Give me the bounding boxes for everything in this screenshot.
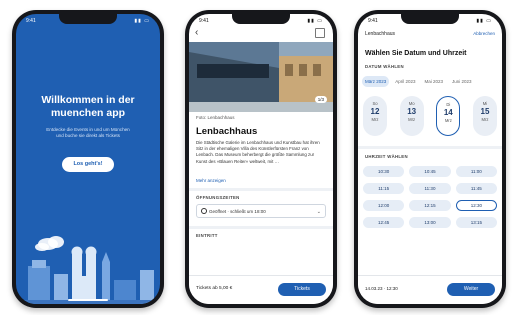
picker-title: Wählen Sie Datum und Uhrzeit bbox=[365, 50, 467, 57]
ticket-bar: Tickets ab 5,00 € Tickets bbox=[189, 275, 333, 304]
day-month: Mrz bbox=[371, 117, 379, 122]
cancel-button[interactable]: Abbrechen bbox=[473, 31, 495, 36]
welcome-text: Entdecke die Events in und um München un… bbox=[46, 127, 130, 138]
tab-month[interactable]: Mai 2023 bbox=[422, 76, 447, 87]
day-number: 12 bbox=[370, 107, 380, 116]
notch bbox=[401, 14, 459, 24]
day-weekday: So bbox=[372, 101, 378, 106]
status-time: 9:41 bbox=[26, 17, 36, 24]
time-slot[interactable]: 11:45 bbox=[455, 183, 497, 194]
phone-detail: 9:41 ▮▮ ▭ ‹ 1/3 Foto: Lenbachhaus Lenbac… bbox=[185, 10, 337, 308]
time-slot[interactable]: 12:15 bbox=[409, 200, 451, 211]
venue-title: Lenbachhaus bbox=[196, 126, 258, 137]
signal-battery-icon: ▮▮ ▭ bbox=[307, 17, 323, 24]
chevron-down-icon: ⌄ bbox=[316, 209, 321, 215]
signal-battery-icon: ▮▮ ▭ bbox=[476, 17, 492, 24]
time-slot[interactable]: 10:45 bbox=[409, 166, 451, 177]
tab-month[interactable]: April 2023 bbox=[392, 76, 418, 87]
time-slot[interactable]: 13:15 bbox=[455, 217, 497, 228]
opening-hours-label: ÖFFNUNGSZEITEN bbox=[196, 195, 240, 200]
booking-screen: 9:41 ▮▮ ▭ Lenbachhaus Abbrechen Wählen S… bbox=[358, 14, 502, 304]
day-weekday: Mi bbox=[482, 101, 488, 106]
day-month: Mrz bbox=[444, 118, 452, 123]
status-time: 9:41 bbox=[368, 17, 378, 24]
bookmark-icon[interactable] bbox=[315, 28, 325, 38]
month-tabs: März 2023 April 2023 Mai 2023 Juni 2023 bbox=[362, 76, 502, 88]
start-button[interactable]: Los geht's! bbox=[62, 157, 114, 172]
time-slot[interactable]: 12:00 bbox=[363, 200, 405, 211]
time-slot[interactable]: 11:15 bbox=[363, 183, 405, 194]
time-slot-selected[interactable]: 12:30 bbox=[455, 200, 497, 211]
day-chip[interactable]: So 12 Mrz bbox=[363, 96, 387, 136]
entry-label: EINTRITT bbox=[196, 233, 218, 238]
detail-screen: 9:41 ▮▮ ▭ ‹ 1/3 Foto: Lenbachhaus Lenbac… bbox=[189, 14, 333, 304]
selection-summary: 14.03.23 · 12:30 bbox=[365, 286, 398, 291]
time-slot-grid: 10:30 10:45 11:00 11:15 11:30 11:45 12:0… bbox=[363, 166, 497, 228]
day-number: 14 bbox=[443, 108, 453, 117]
time-label: UHRZEIT WÄHLEN bbox=[365, 154, 408, 159]
time-slot[interactable]: 10:30 bbox=[363, 166, 405, 177]
munich-skyline-illustration bbox=[16, 236, 160, 304]
tab-month[interactable]: März 2023 bbox=[362, 76, 390, 87]
day-chip[interactable]: Mi 15 Mrz bbox=[472, 96, 497, 136]
day-weekday: Di bbox=[446, 102, 451, 107]
museum-photo bbox=[189, 42, 333, 112]
status-time: 9:41 bbox=[199, 17, 209, 24]
day-selector: So 12 Mrz Mo 13 Mrz Di 14 Mrz Mi 15 Mrz bbox=[363, 96, 497, 140]
notch bbox=[232, 14, 290, 24]
time-slot[interactable]: 11:00 bbox=[455, 166, 497, 177]
day-number: 15 bbox=[480, 107, 490, 116]
phone-booking: 9:41 ▮▮ ▭ Lenbachhaus Abbrechen Wählen S… bbox=[354, 10, 506, 308]
tab-month[interactable]: Juni 2023 bbox=[449, 76, 475, 87]
welcome-title: Willkommen in der muenchen app bbox=[41, 94, 135, 119]
time-slot[interactable]: 13:00 bbox=[409, 217, 451, 228]
signal-battery-icon: ▮▮ ▭ bbox=[134, 17, 150, 24]
day-number: 13 bbox=[407, 107, 417, 116]
home-indicator bbox=[68, 299, 108, 301]
welcome-screen: 9:41 ▮▮ ▭ Willkommen in der muenchen app… bbox=[16, 14, 160, 304]
image-counter: 1/3 bbox=[314, 96, 327, 103]
next-button[interactable]: Weiter bbox=[447, 283, 495, 296]
divider bbox=[358, 146, 502, 149]
time-slot[interactable]: 11:30 bbox=[409, 183, 451, 194]
day-chip[interactable]: Mo 13 Mrz bbox=[399, 96, 424, 136]
show-more-link[interactable]: Mehr anzeigen bbox=[196, 178, 226, 183]
divider bbox=[189, 188, 333, 191]
header-title: Lenbachhaus bbox=[365, 31, 396, 37]
photo-caption: Foto: Lenbachhaus bbox=[196, 115, 235, 120]
opening-hours-value: Geöffnet · schließt um 18:00 bbox=[209, 209, 266, 214]
booking-bar: 14.03.23 · 12:30 Weiter bbox=[358, 275, 502, 304]
day-weekday: Mo bbox=[408, 101, 415, 106]
day-chip-selected[interactable]: Di 14 Mrz bbox=[436, 96, 461, 136]
notch bbox=[59, 14, 117, 24]
venue-description: Die Städtische Galerie im Lenbachhaus un… bbox=[196, 140, 320, 164]
clock-icon bbox=[201, 207, 207, 214]
phone-welcome: 9:41 ▮▮ ▭ Willkommen in der muenchen app… bbox=[12, 10, 164, 308]
tickets-button[interactable]: Tickets bbox=[278, 283, 326, 296]
back-chevron-icon[interactable]: ‹ bbox=[195, 27, 198, 38]
day-month: Mrz bbox=[481, 117, 489, 122]
booking-header: Lenbachhaus Abbrechen bbox=[358, 28, 502, 42]
ticket-price: Tickets ab 5,00 € bbox=[196, 286, 233, 291]
opening-hours-dropdown[interactable]: Geöffnet · schließt um 18:00 ⌄ bbox=[196, 204, 326, 218]
date-label: DATUM WÄHLEN bbox=[365, 64, 404, 69]
day-month: Mrz bbox=[408, 117, 416, 122]
detail-toolbar: ‹ bbox=[189, 26, 333, 40]
divider bbox=[189, 226, 333, 229]
time-slot[interactable]: 12:45 bbox=[363, 217, 405, 228]
